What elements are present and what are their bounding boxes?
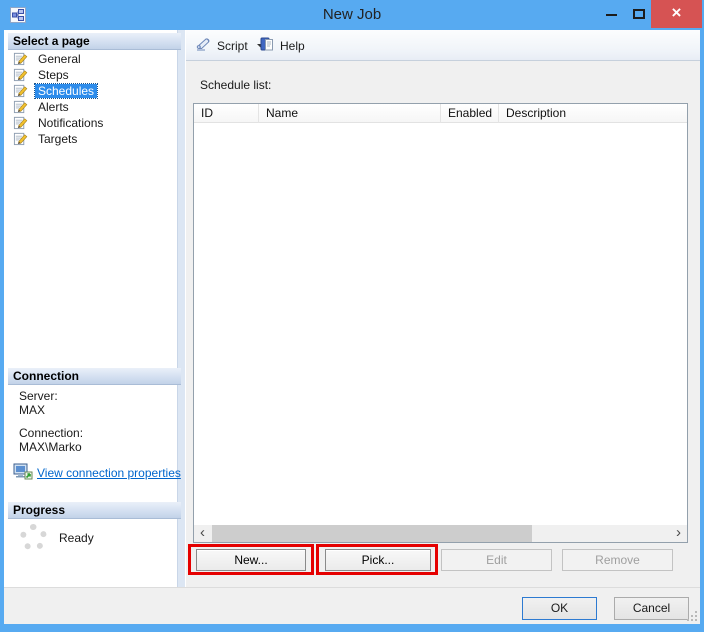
new-button[interactable]: New... [196,549,306,571]
schedule-list-label: Schedule list: [200,78,272,92]
page-icon [13,131,28,146]
app-icon [10,7,26,23]
scroll-right-icon[interactable]: › [670,525,687,542]
computer-icon [13,463,34,481]
help-label: Help [280,38,305,53]
sidebar-item-notifications[interactable]: Notifications [8,115,174,131]
sidebar-item-targets[interactable]: Targets [8,131,174,147]
page-icon [13,51,28,66]
scrollbar-thumb[interactable] [212,525,532,542]
scroll-left-icon[interactable]: ‹ [194,525,211,542]
minimize-icon [606,14,617,16]
connection-label: Connection: [19,426,84,440]
schedule-list-header: ID Name Enabled Description [194,104,687,123]
column-header-name[interactable]: Name [259,104,441,123]
sidebar-item-label: Alerts [38,100,69,114]
sidebar-item-steps[interactable]: Steps [8,67,174,83]
connection-header: Connection [8,368,181,385]
page-icon [13,67,28,82]
maximize-button[interactable] [626,0,652,28]
column-header-description[interactable]: Description [499,104,687,123]
cancel-button[interactable]: Cancel [614,597,689,620]
column-header-id[interactable]: ID [194,104,259,123]
resize-grip[interactable] [686,610,698,622]
sidebar-item-label: Notifications [38,116,104,130]
ok-button[interactable]: OK [522,597,597,620]
spinner-icon [20,524,47,551]
sidebar-item-label: Schedules [33,83,99,99]
progress-status: Ready [59,531,94,545]
horizontal-scrollbar[interactable]: ‹ › [194,525,687,542]
help-button[interactable]: Help [254,34,310,57]
titlebar[interactable]: New Job × [0,0,704,30]
pick-button[interactable]: Pick... [325,549,431,571]
sidebar-item-general[interactable]: General [8,51,174,67]
column-header-enabled[interactable]: Enabled [441,104,499,123]
sidebar-item-alerts[interactable]: Alerts [8,99,174,115]
sidebar-item-label: Targets [38,132,78,146]
new-job-window: New Job × Select a page General Steps Sc… [0,0,704,632]
close-icon: × [671,3,682,22]
minimize-button[interactable] [598,0,626,28]
help-icon [259,36,275,55]
progress-header: Progress [8,502,181,519]
maximize-icon [633,9,645,19]
remove-button[interactable]: Remove [562,549,673,571]
sidebar-item-schedules[interactable]: Schedules [8,83,174,99]
page-icon [13,83,28,98]
schedule-list: ID Name Enabled Description ‹ › [193,103,688,543]
script-label: Script [217,38,248,53]
script-icon [195,36,212,55]
sidebar-item-label: Steps [38,68,69,82]
toolbar: Script Help [186,30,700,61]
server-value: MAX [19,403,46,417]
close-button[interactable]: × [651,0,702,28]
edit-button[interactable]: Edit [441,549,552,571]
server-label: Server: [19,389,58,403]
page-icon [13,99,28,114]
sidebar-item-label: General [38,52,81,66]
view-connection-properties-link[interactable]: View connection properties [37,466,181,480]
select-a-page-header: Select a page [8,33,181,50]
connection-value: MAX\Marko [19,440,82,454]
page-icon [13,115,28,130]
